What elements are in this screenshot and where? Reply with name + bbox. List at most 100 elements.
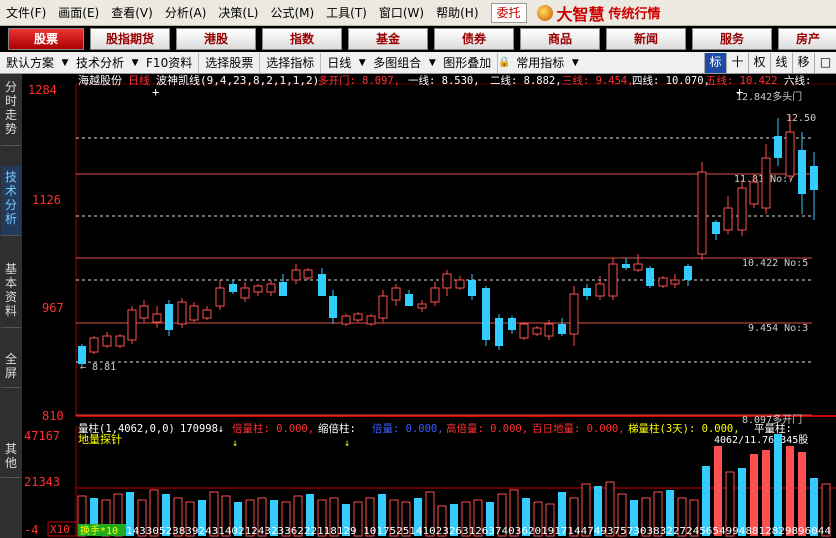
chart-area[interactable]: 海越股份 日线 波神凯线(9,4,23,8,2,1,1,2) 多开门: 8.09…: [22, 73, 836, 538]
candle-body: [89, 337, 99, 353]
period-select[interactable]: 日线: [321, 53, 357, 73]
vol-y-tick-bottom: -4: [24, 523, 38, 537]
y-tick-967: 967: [42, 301, 64, 315]
candle-body: [152, 313, 162, 323]
candle-body: [468, 280, 476, 296]
tab-services[interactable]: 服务: [692, 28, 772, 50]
f10-button[interactable]: F10资料: [140, 52, 200, 73]
candle-body: [785, 131, 795, 177]
select-indicator-button[interactable]: 选择指标: [260, 52, 322, 73]
brand: 大智慧 传统行情: [536, 1, 661, 25]
tab-index-futures[interactable]: 股指期货: [90, 28, 170, 50]
vol-y-tick-mid: 21343: [24, 475, 60, 489]
candle-body: [482, 288, 490, 340]
period-dropdown-icon[interactable]: ▼: [357, 53, 367, 73]
candle-body: [127, 309, 137, 341]
common-indicator-dropdown-icon[interactable]: ▼: [570, 53, 580, 73]
menu-formula[interactable]: 公式(M): [264, 0, 320, 26]
tab-commodities[interactable]: 商品: [520, 28, 600, 50]
menu-decision[interactable]: 决策(L): [212, 0, 264, 26]
multi-chart-select[interactable]: 多图组合: [367, 53, 427, 73]
candle-body: [749, 181, 759, 205]
kline-chart[interactable]: 海越股份 日线 波神凯线(9,4,23,8,2,1,1,2) 多开门: 8.09…: [22, 73, 836, 538]
volume-bar: [714, 446, 722, 536]
arrow-down-icon-2: ↓: [344, 438, 350, 449]
candle-body: [633, 263, 643, 271]
candle-body: [291, 269, 301, 281]
multi-chart-dropdown-icon[interactable]: ▼: [427, 53, 437, 73]
menu-view[interactable]: 查看(V): [105, 0, 159, 26]
toolbar: 默认方案 ▼ 技术分析 ▼ F10资料 选择股票 选择指标 日线 ▼ 多图组合 …: [0, 52, 836, 74]
scheme-dropdown-icon[interactable]: ▼: [60, 53, 70, 73]
candle-body: [798, 150, 806, 194]
candle-body: [189, 305, 199, 321]
candle-body: [417, 303, 427, 309]
tab-stocks[interactable]: 股票: [8, 28, 84, 50]
volume-sub-label: 地量探针: [78, 432, 122, 446]
tab-bonds[interactable]: 债券: [434, 28, 514, 50]
line-header-item: 二线: 8.882,: [490, 74, 562, 87]
mark-button[interactable]: 标: [704, 52, 726, 73]
candle-body: [495, 318, 503, 346]
tab-news[interactable]: 新闻: [606, 28, 686, 50]
menu-file[interactable]: 文件(F): [0, 0, 52, 26]
candle-body: [366, 315, 376, 325]
menu-view-screen[interactable]: 画面(E): [52, 0, 105, 26]
entrust-button[interactable]: 委托: [490, 2, 527, 23]
overlay-button[interactable]: 图形叠加: [437, 52, 499, 73]
window-button[interactable]: □: [814, 52, 836, 73]
candle-body: [622, 264, 630, 268]
line-header-item: 多开门: 8.097,: [318, 74, 400, 87]
side-tab-other[interactable]: 其他: [1, 438, 21, 478]
vol-y-tick-top: 47167: [24, 429, 60, 443]
tab-index[interactable]: 指数: [262, 28, 342, 50]
common-indicator-select[interactable]: 常用指标: [510, 53, 570, 73]
volume-header-item: 倍量: 0.000,: [372, 422, 444, 435]
volume-header-item: 百日地量: 0.000,: [532, 422, 625, 435]
level-label-no5: 10.422 No:5: [742, 258, 808, 269]
menu-analysis[interactable]: 分析(A): [159, 0, 213, 26]
menu-window[interactable]: 窗口(W): [373, 0, 430, 26]
volume-header-item: 170998↓: [180, 423, 224, 435]
candle-body: [139, 305, 149, 319]
volume-bar: [762, 450, 770, 536]
rights-button[interactable]: 权: [748, 52, 770, 73]
arrow-down-icon: ↓: [232, 438, 238, 449]
volume-header-item: 缩倍柱:: [318, 422, 356, 435]
candle-body: [658, 277, 668, 287]
select-stock-button[interactable]: 选择股票: [199, 52, 261, 73]
period-label: 日线: [128, 74, 150, 87]
volume-bar: [798, 452, 806, 536]
side-tab-fullscreen[interactable]: 全屏: [1, 348, 21, 388]
line-button[interactable]: 线: [770, 52, 792, 73]
side-tab-intraday[interactable]: 分时走势: [1, 76, 21, 146]
indicator-label: 波神凯线(9,4,23,8,2,1,1,2): [156, 74, 319, 87]
tab-real-estate[interactable]: 房产: [778, 28, 836, 50]
scheme-select[interactable]: 默认方案: [0, 53, 60, 73]
candle-body: [240, 287, 250, 299]
tech-analysis-select[interactable]: 技术分析: [70, 53, 130, 73]
y-tick-1126: 1126: [32, 193, 61, 207]
volume-header: 量柱(1,4062,0,0) 170998↓ 倍量柱: 0.000, 缩倍柱: 倍量: …: [78, 422, 792, 435]
candle-body: [405, 294, 413, 306]
candle-body: [341, 315, 351, 325]
brand-subtitle: 传统行情: [608, 7, 661, 22]
candle-body: [303, 269, 313, 279]
menu-tools[interactable]: 工具(T): [320, 0, 373, 26]
side-tab-technical[interactable]: 技术分析: [1, 166, 21, 236]
tab-funds[interactable]: 基金: [348, 28, 428, 50]
level-label-long-gate: 12.842多头门: [736, 90, 802, 103]
crosshair-button[interactable]: 十: [726, 52, 748, 73]
menu-help[interactable]: 帮助(H): [430, 0, 484, 26]
line-header-item: 六线:: [784, 74, 811, 87]
lock-icon[interactable]: 🔒: [498, 53, 510, 73]
volume-prefix: X10: [50, 523, 70, 536]
tab-hk-stocks[interactable]: 港股: [176, 28, 256, 50]
move-button[interactable]: 移: [792, 52, 814, 73]
candle-body: [761, 157, 771, 209]
candle-body: [253, 285, 263, 293]
tech-analysis-dropdown-icon[interactable]: ▼: [130, 53, 140, 73]
candle-body: [266, 283, 276, 293]
volume-bottom-digits: 14330523839243140212432336222118129 1017…: [126, 526, 831, 537]
side-tab-fundamentals[interactable]: 基本资料: [1, 258, 21, 328]
